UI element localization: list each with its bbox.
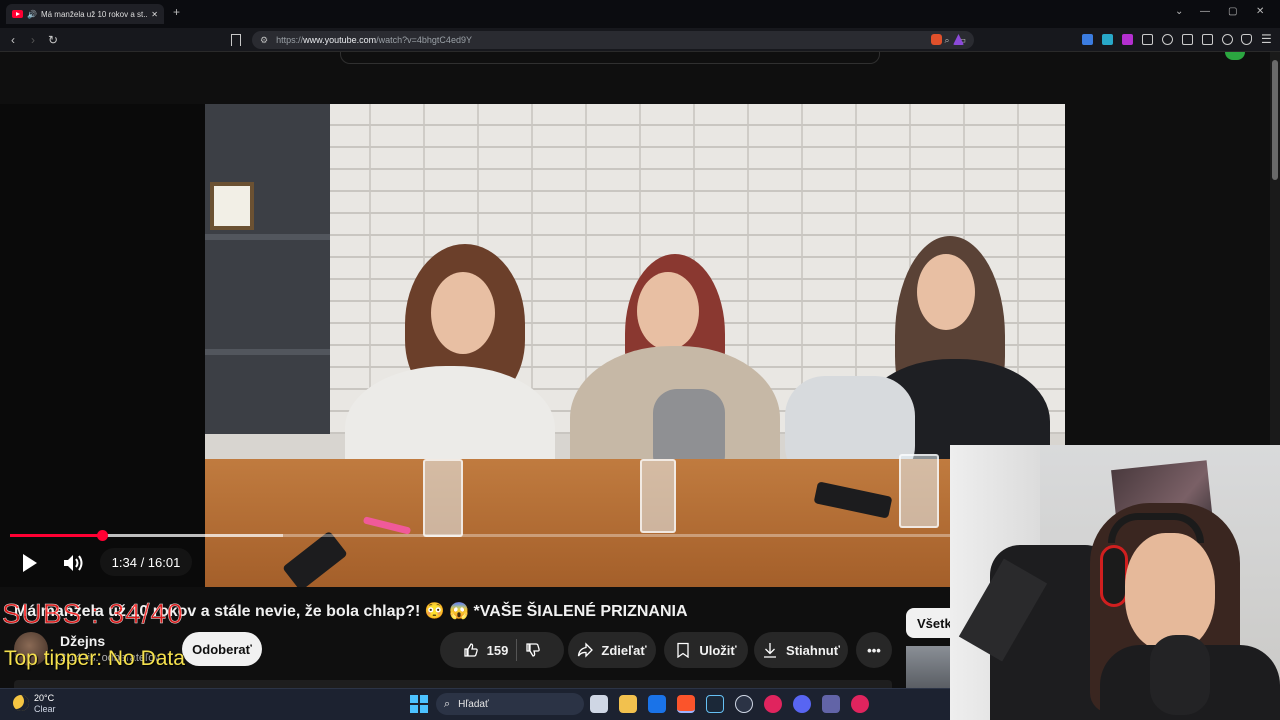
taskbar-search-placeholder: Hľadať	[458, 698, 489, 710]
tab-list-button[interactable]: ⌄	[1175, 6, 1183, 17]
webcam-person-face	[1125, 533, 1215, 651]
subscribe-button[interactable]: Odoberať	[182, 632, 262, 666]
scrollbar-thumb[interactable]	[1272, 60, 1278, 180]
weather-condition[interactable]: Clear	[34, 704, 56, 714]
like-divider	[516, 639, 518, 661]
site-info-icon[interactable]: ⚙	[260, 35, 268, 46]
webcam-microphone	[1150, 635, 1210, 715]
tab-title: Má manžela už 10 rokov a st...	[40, 9, 148, 19]
save-button[interactable]: Uložiť	[664, 632, 748, 668]
media-icon[interactable]	[1162, 34, 1173, 45]
extension-icon[interactable]	[1122, 34, 1133, 45]
like-dislike-group: 159	[440, 632, 564, 668]
windows-start-icon[interactable]	[410, 695, 428, 713]
sidebar-toggle-icon[interactable]	[1182, 34, 1193, 45]
zoom-icon[interactable]: ⌕	[944, 35, 949, 46]
volume-icon[interactable]	[62, 552, 86, 574]
speaker-icon: 🔊	[27, 9, 37, 19]
extension-icon[interactable]	[1102, 34, 1113, 45]
person-left-face	[431, 272, 495, 354]
reload-icon[interactable]: ↻	[46, 33, 60, 47]
headset-earcup	[1100, 545, 1128, 607]
bookmark-icon[interactable]	[231, 34, 241, 46]
person-right-face	[917, 254, 975, 330]
time-display: 1:34 / 16:01	[100, 548, 192, 576]
browser-tab-bar	[0, 0, 1280, 28]
address-bar[interactable]: ⚙ https://www.youtube.com/watch?v=4bhgtC…	[252, 31, 974, 49]
steam-icon[interactable]	[706, 695, 724, 713]
leo-ai-icon[interactable]	[1222, 34, 1233, 45]
maximize-button[interactable]: ▢	[1228, 6, 1237, 17]
download-label: Stiahnuť	[786, 642, 840, 658]
wallet-icon[interactable]	[1202, 34, 1213, 45]
glass-middle	[640, 459, 676, 533]
extensions-puzzle-icon[interactable]	[1142, 34, 1153, 45]
share-label: Zdieľať	[601, 642, 647, 658]
download-icon	[764, 643, 777, 658]
shelf-unit	[205, 104, 330, 434]
media-player-icon[interactable]	[764, 695, 782, 713]
moon-weather-icon[interactable]	[13, 695, 29, 711]
close-window-button[interactable]: ✕	[1256, 6, 1264, 17]
share-button[interactable]: Zdieľať	[568, 632, 656, 668]
play-icon[interactable]	[18, 552, 40, 574]
glass-right	[899, 454, 939, 528]
description-box-edge[interactable]	[14, 680, 892, 688]
save-label: Uložiť	[699, 642, 737, 658]
app-icon[interactable]	[851, 695, 869, 713]
new-tab-button[interactable]: +	[173, 5, 180, 19]
video-frame[interactable]	[205, 104, 1065, 587]
weather-temperature[interactable]: 20°C	[34, 693, 54, 703]
brave-shields-icon[interactable]	[931, 34, 942, 45]
download-button[interactable]: Stiahnuť	[754, 632, 848, 668]
more-actions-button[interactable]: •••	[856, 632, 892, 668]
search-icon: ⌕	[444, 697, 451, 710]
vpn-shield-icon[interactable]	[1241, 34, 1252, 45]
menu-icon[interactable]: ☰	[1261, 32, 1272, 46]
person-middle-face	[637, 272, 699, 350]
youtube-favicon-icon	[12, 10, 23, 18]
teams-icon[interactable]	[822, 695, 840, 713]
dislike-icon[interactable]	[525, 642, 541, 658]
subs-goal-overlay: SUBS : 34/40	[2, 598, 184, 630]
app-icon[interactable]	[735, 695, 753, 713]
like-icon[interactable]	[463, 642, 479, 658]
brave-browser-icon[interactable]	[677, 695, 695, 713]
url-text: https://www.youtube.com/watch?v=4bhgtC4e…	[276, 35, 472, 45]
share-icon	[578, 642, 594, 658]
search-box-edge[interactable]	[340, 52, 880, 64]
outlook-icon[interactable]	[648, 695, 666, 713]
app-icon[interactable]	[793, 695, 811, 713]
translate-extension-icon[interactable]	[1082, 34, 1093, 45]
progress-played	[10, 534, 103, 537]
back-arrow-icon[interactable]: ‹	[6, 33, 20, 47]
forward-arrow-icon[interactable]: ›	[26, 33, 40, 47]
glass-left	[423, 459, 463, 537]
recommended-thumbnail[interactable]	[906, 646, 956, 688]
webcam-overlay	[950, 445, 1280, 720]
bookmark-save-icon	[677, 642, 690, 658]
like-count[interactable]: 159	[487, 643, 509, 658]
top-tipper-overlay: Top tipper: No Data	[4, 647, 185, 670]
file-explorer-icon[interactable]	[619, 695, 637, 713]
tab-close-icon[interactable]: ✕	[151, 10, 158, 19]
picture-frame	[210, 182, 254, 230]
browser-tab[interactable]: 🔊 Má manžela už 10 rokov a st... ✕	[6, 4, 164, 24]
minimize-button[interactable]: —	[1200, 6, 1210, 17]
taskbar-search[interactable]: ⌕ Hľadať	[436, 693, 584, 715]
task-view-icon[interactable]	[590, 695, 608, 713]
